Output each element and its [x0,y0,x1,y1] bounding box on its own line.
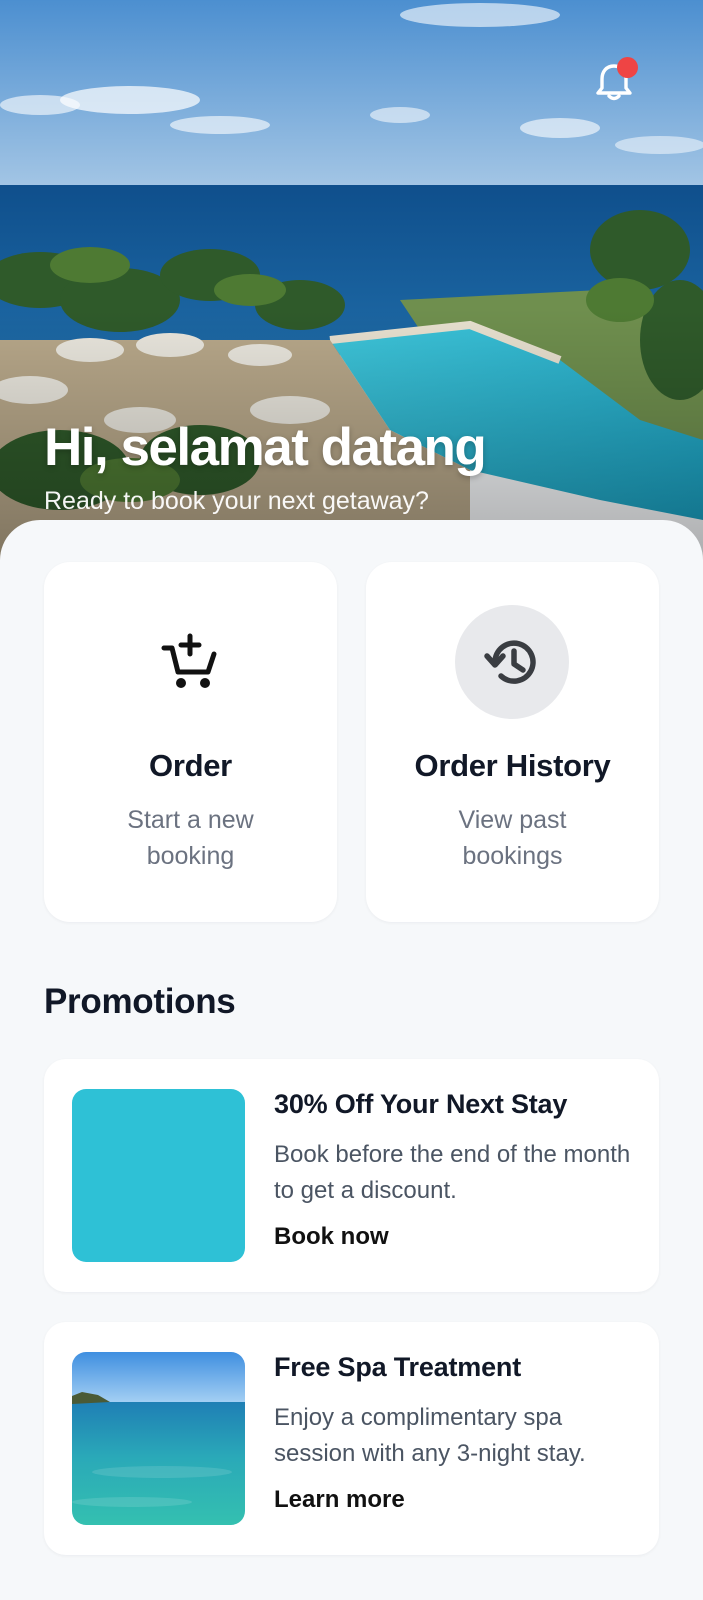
hero-banner: Hi, selamat datang Ready to book your ne… [0,0,703,560]
history-icon [484,640,536,684]
welcome-subtitle: Ready to book your next getaway? [44,487,429,515]
promo-image-pool [72,1089,245,1262]
book-now-link[interactable]: Book now [274,1223,389,1251]
order-card-title: Order [149,748,232,783]
promo-description: Book before the end of the month to get … [274,1141,631,1204]
learn-more-link[interactable]: Learn more [274,1486,405,1514]
history-icon-wrap [455,605,569,719]
order-card[interactable]: Order Start a new booking [44,562,337,922]
promo-image-sea [72,1352,245,1525]
promo-description: Enjoy a complimentary spa session with a… [274,1404,586,1467]
order-history-card[interactable]: Order History View past bookings [366,562,659,922]
order-history-card-description: View past bookings [458,806,567,870]
order-history-card-title: Order History [414,748,611,783]
promo-title: 30% Off Your Next Stay [274,1089,568,1119]
sea-photo [72,1352,245,1525]
home-screen: Hi, selamat datang Ready to book your ne… [0,0,703,1600]
order-card-description: Start a new booking [127,806,254,870]
promo-card[interactable]: Free Spa Treatment Enjoy a complimentary… [44,1322,659,1555]
add-to-cart-icon [161,633,217,688]
promo-title: Free Spa Treatment [274,1352,521,1382]
content-sheet: Order Start a new booking Order History … [0,520,703,1600]
promotions-heading: Promotions [44,982,236,1021]
welcome-title: Hi, selamat datang [44,418,487,477]
promo-card[interactable]: 30% Off Your Next Stay Book before the e… [44,1059,659,1292]
order-icon-wrap [133,605,247,719]
notification-badge [617,57,638,78]
